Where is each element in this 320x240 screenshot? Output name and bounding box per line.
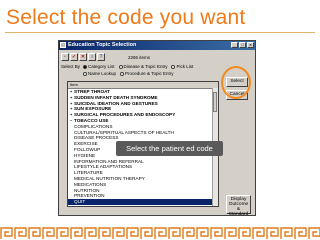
select-by-row: Select By Category List Disease & Topic …: [61, 64, 211, 69]
radio-dot-icon: [171, 64, 176, 69]
radio-dot-icon: [118, 64, 123, 69]
maximize-button[interactable]: □: [239, 42, 246, 48]
education-topic-selection-window: Education Topic Selection _ □ × ▫ ✓ ✕ i …: [58, 40, 256, 217]
display-outcome-standard-button[interactable]: Display Outcome & Standard: [226, 195, 251, 217]
title-divider: [5, 32, 315, 33]
callout-tooltip: Select the patient ed code: [116, 141, 223, 156]
select-by-label: Select By: [61, 64, 81, 69]
list-item-selected[interactable]: QUIT: [68, 199, 218, 205]
window-app-icon: [60, 42, 66, 48]
info-icon[interactable]: i: [88, 53, 96, 61]
help-icon[interactable]: ?: [97, 53, 105, 61]
window-title: Education Topic Selection: [68, 42, 137, 48]
radio-name-lookup[interactable]: Name Lookup: [83, 71, 116, 76]
radio-disease-topic-entry[interactable]: Disease & Topic Entry: [118, 64, 167, 69]
scrollbar-thumb[interactable]: [213, 92, 217, 112]
minimize-button[interactable]: _: [231, 42, 238, 48]
check-icon[interactable]: ✓: [70, 53, 78, 61]
radio-category-list[interactable]: Category List: [83, 64, 115, 69]
item-count: 2286 items: [128, 54, 151, 60]
new-icon[interactable]: ▫: [61, 53, 69, 61]
select-button-highlight-ring: [221, 66, 251, 99]
window-titlebar: Education Topic Selection _ □ ×: [59, 41, 255, 50]
radio-pick-list[interactable]: Pick List: [171, 64, 193, 69]
close-button[interactable]: ×: [247, 42, 254, 48]
list-header[interactable]: Item: [68, 82, 218, 89]
toolbar: ▫ ✓ ✕ i ? 2286 items: [61, 52, 253, 62]
select-by-row-2: Name Lookup Procedure & Topic Entry: [61, 71, 211, 76]
greek-key-border: [0, 226, 320, 240]
radio-dot-icon: [83, 71, 87, 76]
radio-procedure-topic-entry[interactable]: Procedure & Topic Entry: [120, 71, 173, 76]
slide-title: Select the code you want: [6, 6, 246, 29]
radio-dot-icon: [83, 64, 87, 69]
delete-icon[interactable]: ✕: [79, 53, 87, 61]
radio-dot-icon: [120, 71, 125, 76]
